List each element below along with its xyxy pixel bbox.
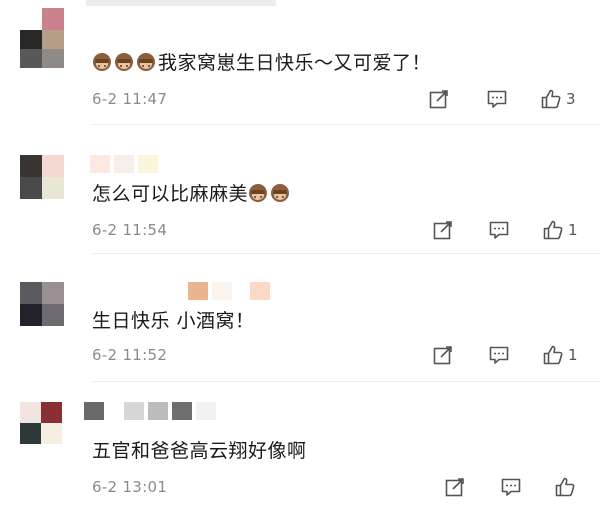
repost-icon xyxy=(445,478,464,497)
divider xyxy=(92,124,600,125)
comment-icon xyxy=(489,346,509,364)
comment-text: 怎么可以比麻麻美 xyxy=(92,179,292,206)
comment-meta: 6-2 11:47 3 xyxy=(92,88,600,110)
comment-meta: 6-2 11:52 1 xyxy=(92,344,600,366)
avatar[interactable] xyxy=(20,155,64,199)
like-count: 1 xyxy=(568,221,578,239)
monkey-emoji-icon xyxy=(136,52,156,72)
repost-button[interactable] xyxy=(432,219,454,241)
comment-icon xyxy=(501,478,521,496)
divider xyxy=(92,381,600,382)
username-blur xyxy=(188,282,270,300)
avatar[interactable] xyxy=(20,402,62,444)
monkey-emoji-icon xyxy=(270,183,290,203)
timestamp: 6-2 13:01 xyxy=(92,478,168,496)
username-blur xyxy=(84,402,216,420)
monkey-emoji-icon xyxy=(114,52,134,72)
like-count: 3 xyxy=(566,90,576,108)
top-divider xyxy=(86,0,276,6)
comment-body: 生日快乐 小酒窝！ xyxy=(92,310,255,332)
username-blur xyxy=(90,155,158,173)
timestamp: 6-2 11:54 xyxy=(92,221,168,239)
reply-button[interactable] xyxy=(486,88,508,110)
thumbs-up-icon xyxy=(543,345,563,365)
thumbs-up-icon xyxy=(555,477,575,497)
repost-icon xyxy=(433,221,452,240)
reply-button[interactable] xyxy=(488,219,510,241)
reply-button[interactable] xyxy=(488,344,510,366)
repost-button[interactable] xyxy=(444,476,466,498)
thumbs-up-icon xyxy=(541,89,561,109)
thumbs-up-icon xyxy=(543,220,563,240)
comment-meta: 6-2 13:01 xyxy=(92,476,600,498)
comment-text: 我家窝崽生日快乐～又可爱了！ xyxy=(92,48,431,75)
comment-body: 五官和爸爸高云翔好像啊 xyxy=(92,440,307,462)
like-button[interactable]: 1 xyxy=(542,219,578,241)
like-button[interactable]: 3 xyxy=(540,88,576,110)
timestamp: 6-2 11:47 xyxy=(92,90,168,108)
comment-icon xyxy=(489,221,509,239)
comment-text: 生日快乐 小酒窝！ xyxy=(92,306,255,333)
comment-icon xyxy=(487,90,507,108)
repost-button[interactable] xyxy=(432,344,454,366)
timestamp: 6-2 11:52 xyxy=(92,346,168,364)
like-button[interactable]: 1 xyxy=(542,344,578,366)
repost-icon xyxy=(429,90,448,109)
comment-meta: 6-2 11:54 1 xyxy=(92,219,600,241)
like-count: 1 xyxy=(568,346,578,364)
monkey-emoji-icon xyxy=(92,52,112,72)
monkey-emoji-icon xyxy=(248,183,268,203)
comment-body: 我家窝崽生日快乐～又可爱了！ xyxy=(158,52,432,74)
avatar[interactable] xyxy=(20,282,64,326)
repost-button[interactable] xyxy=(428,88,450,110)
avatar-lower xyxy=(20,30,64,68)
comment-text: 五官和爸爸高云翔好像啊 xyxy=(92,436,307,463)
divider xyxy=(92,253,600,254)
like-button[interactable] xyxy=(554,476,580,498)
comment-body: 怎么可以比麻麻美 xyxy=(92,183,249,205)
reply-button[interactable] xyxy=(500,476,522,498)
repost-icon xyxy=(433,346,452,365)
